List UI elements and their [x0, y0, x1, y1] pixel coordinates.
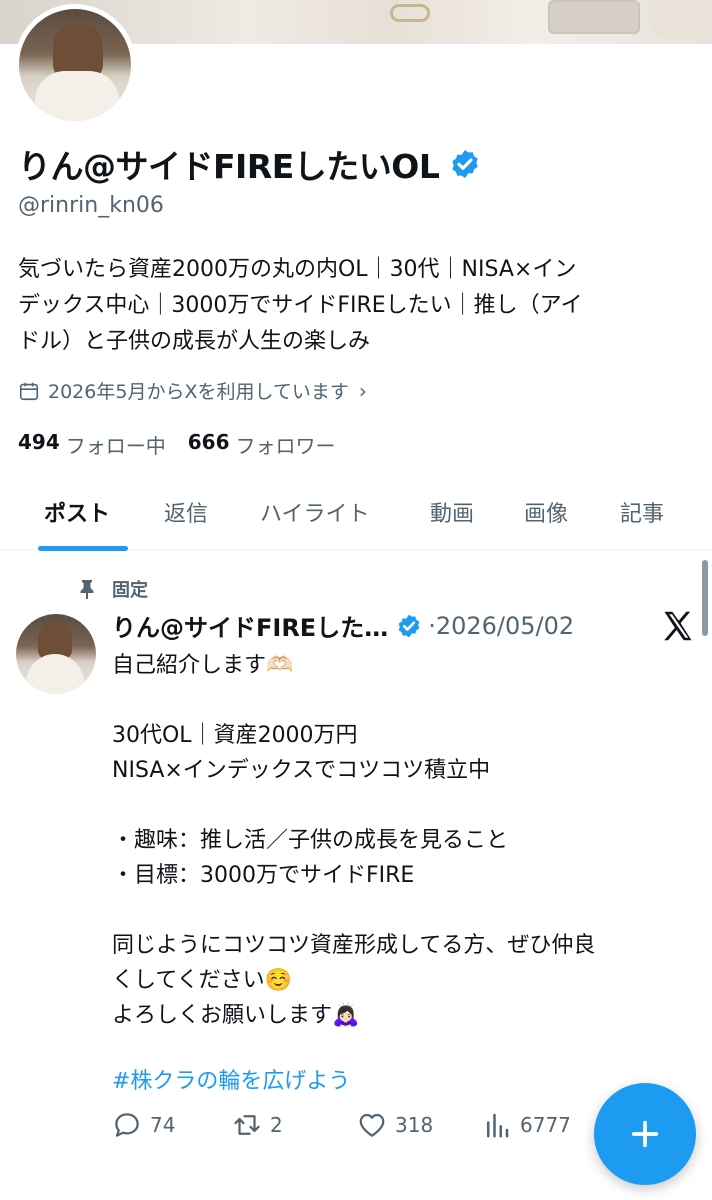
followers-count[interactable]: 666 — [188, 430, 230, 459]
like-count: 318 — [395, 1113, 434, 1137]
views-button[interactable]: 6777 — [482, 1110, 571, 1140]
profile-handle: @rinrin_kn06 — [18, 193, 164, 218]
profile-name-row: りん@サイドFIREしたいOL — [18, 140, 481, 188]
post-line: NISA×インデックスでコツコツ積立中 — [112, 758, 491, 783]
repost-button[interactable]: 2 — [232, 1110, 283, 1140]
post-date[interactable]: ·2026/05/02 — [428, 612, 574, 640]
post-author-name[interactable]: りん@サイドFIREした… — [112, 608, 388, 643]
bio-line: ドル）と子供の成長が人生の楽しみ — [18, 329, 371, 354]
x-logo-icon[interactable] — [660, 608, 696, 644]
tab-highlights[interactable]: ハイライト — [260, 496, 370, 528]
profile-display-name: りん@サイドFIREしたいOL — [18, 147, 440, 186]
following-label[interactable]: フォロー中 — [66, 430, 166, 459]
calendar-icon — [19, 382, 39, 400]
pin-icon — [80, 580, 94, 599]
post-line: 30代OL｜資産2000万円 — [112, 723, 358, 748]
avatar-image — [19, 9, 131, 121]
post-line: 自己紹介します🫶🏻 — [112, 653, 294, 678]
compose-post-button[interactable] — [594, 1083, 696, 1185]
joined-date-row[interactable]: 2026年5月からXを利用しています › — [18, 377, 367, 404]
repost-icon — [234, 1115, 260, 1135]
profile-bio: 気づいたら資産2000万の丸の内OL｜30代｜NISA×イン デックス中心｜30… — [18, 252, 698, 360]
profile-tabs: ポスト 返信 ハイライト 動画 画像 記事 — [0, 488, 712, 551]
active-tab-indicator — [38, 546, 128, 551]
bio-line: デックス中心｜3000万でサイドFIREしたい｜推し（アイ — [18, 293, 583, 318]
pinned-label: 固定 — [78, 576, 148, 602]
reply-icon — [115, 1113, 139, 1137]
post-line — [112, 788, 595, 823]
verified-badge-icon — [398, 614, 420, 637]
verified-badge-icon[interactable] — [449, 148, 481, 180]
like-icon — [359, 1113, 385, 1137]
tab-replies[interactable]: 返信 — [164, 496, 208, 528]
post-line — [112, 683, 595, 718]
banner-decoration — [548, 0, 640, 34]
post-line: くしてください☺️ — [112, 968, 293, 993]
views-icon — [487, 1113, 509, 1138]
repost-count: 2 — [270, 1113, 283, 1137]
like-button[interactable]: 318 — [357, 1110, 433, 1140]
scrollbar-thumb[interactable] — [702, 560, 708, 636]
post-line: よろしくお願いします🙇🏻‍♀️ — [112, 1003, 360, 1028]
post-actions: 74 2 318 6777 — [112, 1110, 592, 1146]
pinned-text: 固定 — [112, 580, 148, 601]
plus-icon — [631, 1120, 659, 1148]
chevron-right-icon: › — [358, 378, 367, 403]
post-header: りん@サイドFIREした… ·2026/05/02 — [112, 608, 574, 643]
post-body: 自己紹介します🫶🏻 30代OL｜資産2000万円 NISA×インデックスでコツコ… — [112, 648, 595, 1033]
banner-decoration — [648, 0, 712, 40]
views-count: 6777 — [520, 1113, 571, 1137]
bio-line: 気づいたら資産2000万の丸の内OL｜30代｜NISA×イン — [18, 257, 577, 282]
tab-images[interactable]: 画像 — [524, 496, 568, 528]
avatar-image — [16, 614, 96, 694]
followers-label[interactable]: フォロワー — [236, 430, 336, 459]
tab-videos[interactable]: 動画 — [430, 496, 474, 528]
joined-date-text: 2026年5月からXを利用しています — [48, 381, 349, 403]
following-count[interactable]: 494 — [18, 430, 60, 459]
post-line: ・趣味：推し活／子供の成長を見ること — [112, 828, 509, 853]
post-line — [112, 893, 595, 928]
reply-count: 74 — [150, 1113, 176, 1137]
post-author-avatar[interactable] — [16, 614, 96, 694]
post-hashtag-link[interactable]: #株クラの輪を広げよう — [112, 1063, 350, 1095]
tab-articles[interactable]: 記事 — [620, 496, 664, 528]
banner-decoration — [390, 4, 430, 22]
follow-stats: 494 フォロー中 666 フォロワー — [18, 430, 358, 459]
reply-button[interactable]: 74 — [112, 1110, 175, 1140]
tab-posts[interactable]: ポスト — [44, 496, 110, 528]
profile-avatar[interactable] — [14, 4, 136, 126]
post-line: 同じようにコツコツ資産形成してる方、ぜひ仲良 — [112, 933, 596, 958]
post-line: ・目標：3000万でサイドFIRE — [112, 863, 415, 888]
